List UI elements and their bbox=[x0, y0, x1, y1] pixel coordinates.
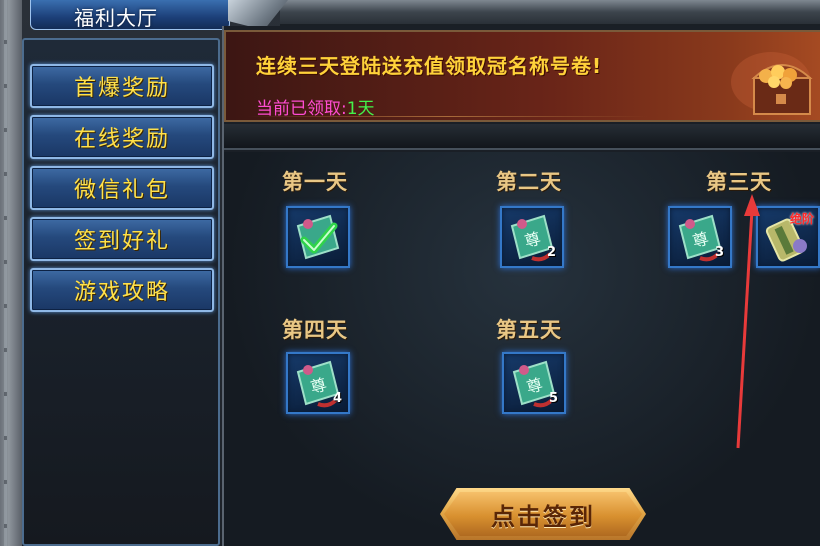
day-1-reward-slot[interactable] bbox=[286, 206, 350, 268]
item-count: 2 bbox=[546, 245, 556, 260]
event-banner: 连续三天登陆送充值领取冠名称号卷! 当前已领取:1天 bbox=[224, 30, 820, 122]
day-5-reward-slot[interactable]: 尊 5 bbox=[502, 352, 566, 414]
day-label-5: 第五天 bbox=[496, 318, 562, 342]
section-divider bbox=[224, 124, 820, 150]
day-3-reward-slot-1[interactable]: 尊 3 bbox=[668, 206, 732, 268]
day-label-4: 第四天 bbox=[282, 318, 348, 342]
day-4-reward-slot[interactable]: 尊 4 bbox=[286, 352, 350, 414]
window-title: 福利大厅 bbox=[74, 6, 158, 30]
day-2-reward-slot[interactable]: 尊 2 bbox=[500, 206, 564, 268]
sign-in-button[interactable]: 点击签到 bbox=[440, 488, 646, 540]
day-3-reward-slot-2[interactable]: 绝阶 bbox=[756, 206, 820, 268]
sidebar-item-wechat-gift[interactable]: 微信礼包 bbox=[30, 166, 214, 210]
main-panel: 连续三天登陆送充值领取冠名称号卷! 当前已领取:1天 第一天 第二天 尊 2 第… bbox=[222, 26, 820, 546]
sign-in-button-label: 点击签到 bbox=[491, 502, 595, 531]
sidebar-item-sign-in-gift[interactable]: 签到好礼 bbox=[30, 217, 214, 261]
sidebar-item-game-guide[interactable]: 游戏攻略 bbox=[30, 268, 214, 312]
title-card-icon bbox=[296, 214, 340, 260]
day-label-2: 第二天 bbox=[496, 170, 562, 194]
day-label-3: 第三天 bbox=[706, 170, 772, 194]
sidebar-item-first-drop-rewards[interactable]: 首爆奖励 bbox=[30, 64, 214, 108]
sign-in-calendar: 第一天 第二天 尊 2 第三天 尊 3 绝阶 第四天 尊 4 第五天 尊 5 点… bbox=[224, 152, 820, 546]
day-label-1: 第一天 bbox=[282, 170, 348, 194]
item-count: 5 bbox=[548, 391, 558, 406]
item-count: 4 bbox=[332, 391, 342, 406]
treasure-chest-icon bbox=[731, 52, 813, 115]
banner-underline bbox=[248, 116, 648, 117]
item-count: 3 bbox=[714, 245, 724, 260]
banner-title: 连续三天登陆送充值领取冠名称号卷! bbox=[256, 54, 603, 78]
item-badge: 绝阶 bbox=[789, 212, 814, 226]
sidebar: 首爆奖励 在线奖励 微信礼包 签到好礼 游戏攻略 bbox=[22, 38, 220, 546]
frame-left-edge bbox=[0, 0, 22, 546]
sidebar-item-online-rewards[interactable]: 在线奖励 bbox=[30, 115, 214, 159]
frame-top-rail bbox=[280, 0, 820, 26]
